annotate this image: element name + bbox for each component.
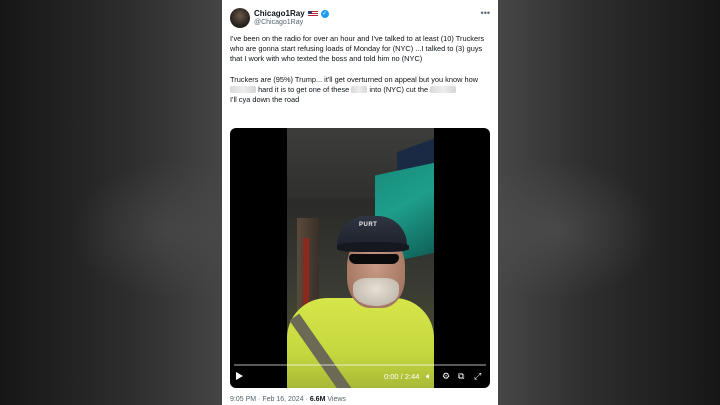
- tweet-header: Chicago1Ray ✓ @Chicago1Ray •••: [230, 8, 492, 30]
- tweet-text-segment-b: hard it is to get one of these: [258, 84, 350, 94]
- display-name[interactable]: Chicago1Ray: [254, 9, 305, 18]
- tweet-card: Chicago1Ray ✓ @Chicago1Ray ••• I've been…: [222, 0, 498, 405]
- tweet-text-segment-a: Truckers are (95%) Trump... it'll get ov…: [230, 74, 479, 84]
- redacted-word: [351, 85, 368, 93]
- video-controls: 0:00 / 2:44 🔈︎ ⚙︎ ⧉ ⤢: [230, 370, 490, 384]
- video-beard: [353, 278, 399, 306]
- post-date[interactable]: Feb 16, 2024: [262, 396, 303, 403]
- tweet-text-segment-d: I'll cya down the road: [230, 95, 300, 105]
- redacted-word: [430, 85, 457, 93]
- verified-badge-icon[interactable]: ✓: [320, 9, 329, 18]
- settings-icon[interactable]: ⚙︎: [442, 370, 450, 382]
- post-time[interactable]: 9:05 PM: [230, 396, 256, 403]
- user-handle[interactable]: @Chicago1Ray: [254, 19, 303, 26]
- background-blur-left: [0, 0, 222, 405]
- tweet-meta: 9:05 PM · Feb 16, 2024 · 6.6M Views: [230, 396, 346, 403]
- meta-separator: ·: [258, 396, 261, 403]
- redacted-word: [230, 85, 256, 93]
- fullscreen-icon[interactable]: ⤢: [474, 370, 481, 382]
- tweet-paragraph-1: I've been on the radio for over an hour …: [230, 34, 485, 64]
- video-sunglasses: [349, 254, 399, 264]
- tweet-paragraph-2: Truckers are (95%) Trump... it'll get ov…: [230, 75, 494, 106]
- views-label: Views: [327, 396, 346, 403]
- video-cap-logo: PURT: [359, 222, 378, 228]
- avatar[interactable]: [230, 8, 250, 28]
- meta-separator: ·: [305, 396, 308, 403]
- video-time: 0:00 / 2:44: [384, 372, 420, 381]
- video-cap-brim: [337, 242, 409, 252]
- display-name-row: Chicago1Ray ✓: [254, 9, 329, 18]
- tweet-text-segment-c: into (NYC) cut the: [369, 84, 429, 94]
- background-blur-right: [498, 0, 720, 405]
- more-icon[interactable]: •••: [481, 8, 490, 18]
- video-player[interactable]: PURT 0:00 / 2:44 🔈︎ ⚙︎ ⧉ ⤢: [230, 128, 490, 388]
- us-flag-icon: [307, 10, 318, 17]
- volume-icon[interactable]: 🔈︎: [426, 370, 431, 382]
- views-count[interactable]: 6.6M: [310, 396, 326, 403]
- video-frame: PURT: [287, 128, 434, 388]
- video-progress-bar[interactable]: [234, 364, 486, 366]
- pip-icon[interactable]: ⧉: [458, 370, 464, 382]
- tweet-text: I've been on the radio for over an hour …: [230, 34, 494, 105]
- play-icon[interactable]: [236, 372, 243, 380]
